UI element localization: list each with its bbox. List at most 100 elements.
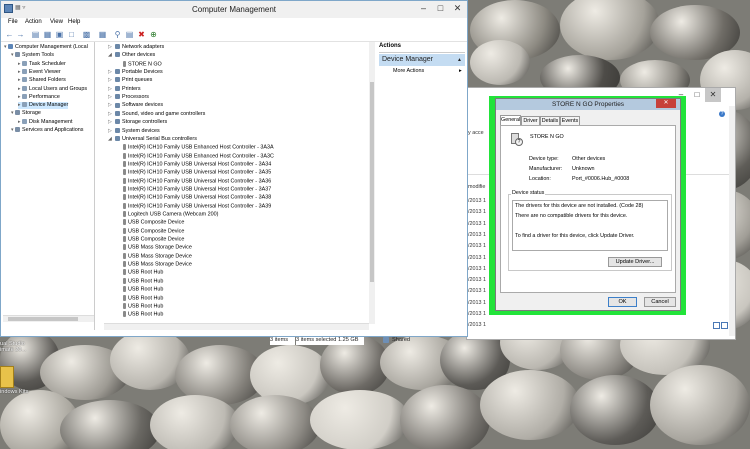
maximize-button[interactable]: □ — [432, 1, 449, 15]
up-level-icon[interactable]: ▤ — [31, 30, 40, 39]
tree-item[interactable]: ▾ Storage — [11, 110, 41, 117]
device-category[interactable]: ▷ Print queues — [108, 77, 152, 84]
device-category[interactable]: ▷ Portable Devices — [108, 69, 163, 76]
device-list-horizontal-scrollbar[interactable] — [104, 323, 369, 330]
menu-view[interactable]: View — [50, 19, 63, 25]
device-item[interactable]: Intel(R) ICH10 Family USB Enhanced Host … — [123, 152, 274, 160]
tree-item[interactable]: ▸ Task Scheduler — [18, 61, 66, 68]
device-list-scrollbar[interactable] — [369, 42, 375, 324]
device-item[interactable]: USB Root Hub — [123, 277, 163, 285]
device-category[interactable]: ▷ Printers — [108, 86, 141, 93]
more-actions[interactable]: More Actions ▸ — [393, 68, 463, 75]
scroll-thumb[interactable] — [370, 82, 374, 282]
device-category[interactable]: ▷ Network adapters — [108, 44, 164, 51]
tree-horizontal-scrollbar[interactable] — [3, 315, 94, 322]
console-tree-icon[interactable]: ▩ — [82, 30, 91, 39]
help-icon[interactable]: ? — [719, 111, 725, 117]
title-bar[interactable]: ▦ ▿ Computer Management – □ ✕ — [1, 1, 467, 19]
tree-item[interactable]: ▾ System Tools — [11, 52, 54, 59]
expand-arrow-icon[interactable]: ▷ — [108, 77, 112, 84]
uninstall-icon[interactable]: ✖ — [137, 30, 146, 39]
show-hide-tree-icon[interactable]: ▦ — [43, 30, 52, 39]
expand-arrow-icon[interactable]: ◢ — [108, 52, 112, 59]
device-item[interactable]: Logitech USB Camera (Webcam 200) — [123, 211, 218, 218]
device-item[interactable]: USB Root Hub — [123, 269, 163, 276]
maximize-button[interactable]: □ — [689, 88, 705, 102]
dialog-title-bar[interactable]: STORE N GO Properties ✕ — [496, 99, 680, 110]
view-tiles-icon[interactable] — [721, 322, 728, 329]
device-item[interactable]: USB Composite Device — [123, 227, 184, 235]
expand-arrow-icon[interactable]: ▷ — [108, 69, 112, 76]
device-item[interactable]: STORE N GO — [123, 60, 162, 68]
expand-arrow-icon[interactable]: ▷ — [108, 94, 112, 101]
device-item[interactable]: Intel(R) ICH10 Family USB Universal Host… — [123, 194, 271, 201]
expand-arrow-icon[interactable]: ▷ — [108, 86, 112, 93]
desktop-icon-visual-studio[interactable]: ual Studio imate 20... — [0, 341, 26, 353]
device-item[interactable]: USB Mass Storage Device — [123, 261, 192, 268]
scan-hardware-icon[interactable]: ⚲ — [113, 30, 122, 39]
device-category[interactable]: ◢ Other devices — [108, 52, 155, 59]
tree-item[interactable]: ▸ Performance — [18, 94, 60, 101]
tab-events[interactable]: Events — [560, 116, 580, 125]
device-item[interactable]: USB Composite Device — [123, 236, 184, 243]
back-icon[interactable]: ← — [5, 30, 14, 39]
tab-driver[interactable]: Driver — [521, 116, 540, 125]
forward-icon[interactable]: → — [16, 30, 25, 39]
desktop-icon-windows-kits[interactable]: indows Kits — [0, 366, 28, 395]
device-status-textbox[interactable]: The drivers for this device are not inst… — [512, 200, 668, 251]
properties-icon[interactable]: ▣ — [55, 30, 64, 39]
minimize-button[interactable]: – — [415, 1, 432, 15]
tree-item[interactable]: ▸ Event Viewer — [18, 69, 61, 76]
add-hardware-icon[interactable]: ⊕ — [149, 30, 158, 39]
device-item[interactable]: USB Root Hub — [123, 311, 163, 318]
update-driver-icon[interactable]: ▦ — [98, 30, 107, 39]
expand-arrow-icon[interactable]: ▷ — [108, 128, 112, 135]
menu-action[interactable]: Action — [25, 19, 42, 25]
device-item[interactable]: Intel(R) ICH10 Family USB Universal Host… — [123, 160, 271, 168]
expand-arrow-icon[interactable]: ▷ — [108, 102, 112, 109]
expand-arrow-icon[interactable]: ◢ — [108, 136, 112, 143]
device-category[interactable]: ▷ System devices — [108, 128, 160, 135]
tree-item[interactable]: ▾ Services and Applications — [11, 127, 83, 134]
menu-help[interactable]: Help — [68, 19, 80, 25]
vertical-scrollbar[interactable] — [729, 106, 735, 336]
device-item[interactable]: Intel(R) ICH10 Family USB Universal Host… — [123, 169, 271, 176]
expand-arrow-icon[interactable]: ▷ — [108, 111, 112, 118]
close-button[interactable]: ✕ — [705, 88, 721, 102]
device-item[interactable]: USB Mass Storage Device — [123, 244, 192, 251]
device-item[interactable]: Intel(R) ICH10 Family USB Universal Host… — [123, 185, 271, 193]
close-button[interactable]: ✕ — [656, 99, 676, 108]
tab-details[interactable]: Details — [540, 116, 560, 125]
device-item[interactable]: Intel(R) ICH10 Family USB Universal Host… — [123, 177, 271, 185]
tab-general[interactable]: General — [500, 115, 521, 125]
device-category[interactable]: ◢ Universal Serial Bus controllers — [108, 136, 197, 143]
update-driver-button[interactable]: Update Driver... — [608, 257, 662, 267]
device-item[interactable]: Intel(R) ICH10 Family USB Universal Host… — [123, 202, 271, 210]
device-item[interactable]: Intel(R) ICH10 Family USB Enhanced Host … — [123, 144, 274, 151]
device-item[interactable]: USB Root Hub — [123, 294, 163, 302]
expand-arrow-icon[interactable]: ▷ — [108, 119, 112, 126]
close-button[interactable]: ✕ — [449, 1, 466, 15]
tree-item[interactable]: ▾ Computer Management (Local — [4, 44, 88, 51]
device-item[interactable]: USB Composite Device — [123, 219, 184, 226]
device-category[interactable]: ▷ Software devices — [108, 102, 163, 109]
scroll-thumb[interactable] — [8, 317, 78, 321]
disable-icon[interactable]: ▤ — [125, 30, 134, 39]
expand-arrow-icon[interactable]: ▷ — [108, 44, 112, 51]
view-details-icon[interactable] — [713, 322, 720, 329]
device-category[interactable]: ▷ Storage controllers — [108, 119, 167, 126]
device-item[interactable]: USB Root Hub — [123, 286, 163, 293]
device-item[interactable]: USB Mass Storage Device — [123, 252, 192, 260]
device-category[interactable]: ▷ Sound, video and game controllers — [108, 111, 205, 118]
tree-item[interactable]: ▸ Local Users and Groups — [18, 86, 87, 93]
device-category[interactable]: ▷ Processors — [108, 94, 149, 101]
device-item[interactable]: USB Root Hub — [123, 302, 163, 310]
ok-button[interactable]: OK — [608, 297, 637, 307]
menu-file[interactable]: File — [8, 19, 18, 25]
help-icon[interactable]: □ — [67, 30, 76, 39]
tree-item[interactable]: ▸ Device Manager — [18, 102, 69, 110]
tree-item[interactable]: ▸ Shared Folders — [18, 77, 66, 84]
cancel-button[interactable]: Cancel — [644, 297, 676, 307]
actions-device-manager[interactable]: Device Manager ▲ — [379, 54, 465, 66]
tree-item[interactable]: ▸ Disk Management — [18, 119, 72, 126]
